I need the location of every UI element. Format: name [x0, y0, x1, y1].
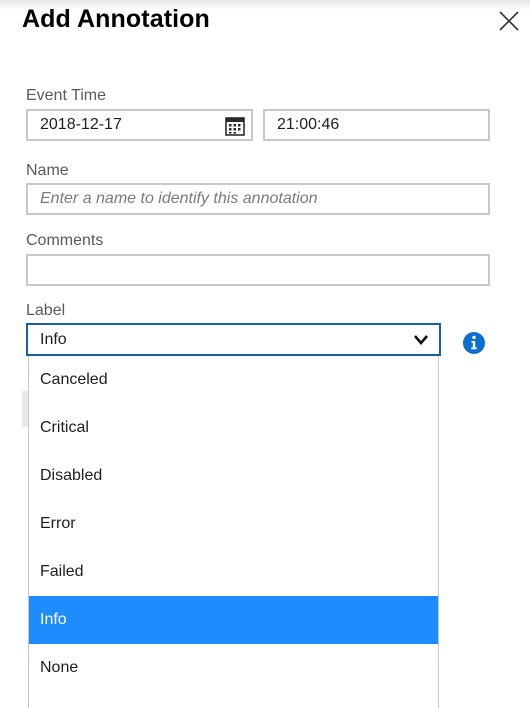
info-button[interactable] — [462, 331, 486, 355]
label-option-info[interactable]: Info — [29, 596, 438, 644]
label-option-critical[interactable]: Critical — [29, 404, 438, 452]
date-input[interactable]: 2018-12-17 — [26, 109, 253, 141]
time-input[interactable]: 21:00:46 — [263, 109, 490, 141]
name-placeholder: Enter a name to identify this annotation — [40, 190, 318, 207]
date-value: 2018-12-17 — [40, 116, 122, 133]
label-option-disabled[interactable]: Disabled — [29, 452, 438, 500]
chevron-down-icon — [414, 335, 428, 345]
close-icon — [499, 11, 519, 31]
close-button[interactable] — [496, 8, 522, 34]
name-field[interactable]: Enter a name to identify this annotation — [26, 183, 490, 215]
calendar-icon — [225, 117, 245, 136]
label-label: Label — [26, 302, 66, 319]
label-option-none[interactable]: None — [29, 644, 438, 692]
label-dropdown-list: Canceled Critical Disabled Error Failed … — [28, 356, 439, 708]
event-time-label: Event Time — [26, 87, 107, 104]
name-label: Name — [26, 162, 69, 179]
label-option-canceled[interactable]: Canceled — [29, 356, 438, 404]
label-option-error[interactable]: Error — [29, 500, 438, 548]
panel-title: Add Annotation — [22, 5, 210, 33]
comments-field[interactable] — [26, 254, 490, 286]
label-selected-value: Info — [40, 330, 67, 348]
calendar-button[interactable] — [225, 116, 245, 136]
label-select[interactable]: Info — [26, 323, 441, 356]
comments-label: Comments — [26, 232, 104, 249]
info-icon — [463, 332, 485, 354]
label-option-failed[interactable]: Failed — [29, 548, 438, 596]
time-value: 21:00:46 — [277, 116, 340, 133]
